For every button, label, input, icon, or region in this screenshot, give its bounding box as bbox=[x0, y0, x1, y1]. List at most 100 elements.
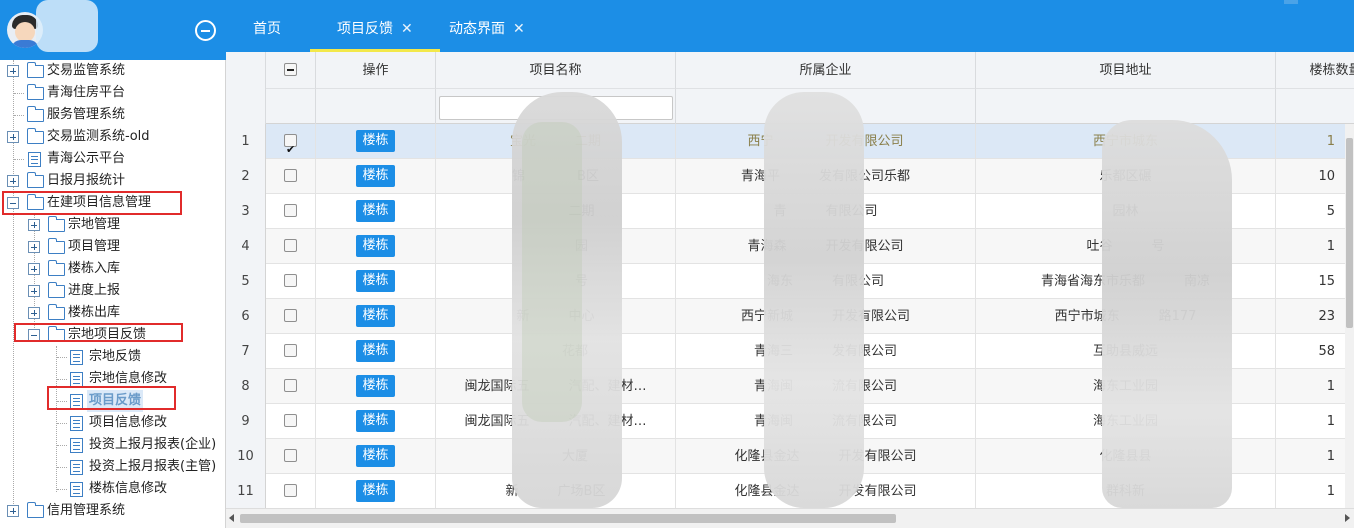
table-row[interactable]: 8 楼栋 闽龙国际五 汽配、建材… 青海闽 流有限公司 海东工业园 1 bbox=[226, 369, 1354, 404]
expand-plus-icon[interactable] bbox=[7, 131, 19, 143]
action-cell: 楼栋 bbox=[316, 439, 436, 474]
row-checkbox[interactable] bbox=[284, 414, 297, 427]
expand-plus-icon[interactable] bbox=[7, 505, 19, 517]
project-name-filter-input[interactable] bbox=[439, 96, 673, 120]
row-select-cell bbox=[266, 124, 316, 159]
close-icon[interactable]: ✕ bbox=[513, 21, 525, 37]
collapse-minus-icon[interactable] bbox=[28, 329, 40, 341]
collapse-minus-icon[interactable] bbox=[7, 197, 19, 209]
action-cell: 楼栋 bbox=[316, 124, 436, 159]
tree-node-label: 交易监管系统 bbox=[47, 63, 126, 78]
table-row[interactable]: 5 楼栋 号海东 有限公司 青海省海东市乐都 南凉 15 bbox=[226, 264, 1354, 299]
folder-icon bbox=[48, 304, 65, 320]
building-button[interactable]: 楼栋 bbox=[356, 479, 395, 502]
building-button[interactable]: 楼栋 bbox=[356, 129, 395, 152]
action-cell: 楼栋 bbox=[316, 369, 436, 404]
table-row[interactable]: 6 楼栋 新 中心 西宁新城 开发有限公司 西宁市城东 路177 23 bbox=[226, 299, 1354, 334]
row-number: 1 bbox=[226, 124, 266, 159]
project-name-cell: 闽龙国际五 汽配、建材… bbox=[436, 369, 676, 404]
expand-plus-icon[interactable] bbox=[28, 219, 40, 231]
column-header-action[interactable]: 操作 bbox=[316, 52, 436, 89]
tab-dynamic-page[interactable]: 动态界面 ✕ bbox=[449, 0, 525, 52]
building-button[interactable]: 楼栋 bbox=[356, 164, 395, 187]
building-button[interactable]: 楼栋 bbox=[356, 444, 395, 467]
vertical-scrollbar[interactable] bbox=[1345, 124, 1354, 508]
building-button[interactable]: 楼栋 bbox=[356, 374, 395, 397]
expand-plus-icon[interactable] bbox=[7, 65, 19, 77]
blurred-username bbox=[36, 0, 98, 52]
tree-node-label: 宗地反馈 bbox=[89, 349, 142, 364]
row-checkbox[interactable] bbox=[284, 484, 297, 497]
building-count-cell: 15 bbox=[1276, 264, 1354, 299]
expand-plus-icon[interactable] bbox=[28, 263, 40, 275]
action-cell: 楼栋 bbox=[316, 404, 436, 439]
sidebar: 交易监管系统 青海住房平台 服务管理系统 交易监测系统-old 青海公示平台 日… bbox=[0, 0, 226, 528]
expand-plus-icon[interactable] bbox=[7, 175, 19, 187]
row-checkbox[interactable] bbox=[284, 309, 297, 322]
table-row[interactable]: 7 楼栋 花都 青海三 发有限公司 互助县威远 58 bbox=[226, 334, 1354, 369]
tab-home[interactable]: 首页 bbox=[253, 0, 281, 52]
project-name-cell: 二期 bbox=[436, 194, 676, 229]
scroll-right-icon[interactable] bbox=[1345, 514, 1350, 522]
project-name-cell: 宝光 二期 bbox=[436, 124, 676, 159]
scrollbar-thumb[interactable] bbox=[240, 514, 896, 523]
building-button[interactable]: 楼栋 bbox=[356, 409, 395, 432]
tree-node-label: 青海住房平台 bbox=[47, 85, 126, 100]
table-row[interactable]: 2 楼栋 锦 B区 青海平 发有限公司乐都 乐都区碾 10 bbox=[226, 159, 1354, 194]
row-checkbox[interactable] bbox=[284, 449, 297, 462]
table-row[interactable]: 4 楼栋 园青海森 开发有限公司 吐谷 号1 bbox=[226, 229, 1354, 264]
address-cell: 乐都区碾 bbox=[976, 159, 1276, 194]
building-button[interactable]: 楼栋 bbox=[356, 339, 395, 362]
tree-node-label: 项目反馈 bbox=[87, 390, 144, 412]
table-row[interactable]: 11 楼栋 新 广场B区 化隆县金达 开发有限公司 群科新 1 bbox=[226, 474, 1354, 509]
row-number: 7 bbox=[226, 334, 266, 369]
row-checkbox[interactable] bbox=[284, 169, 297, 182]
column-header-building-count[interactable]: 楼栋数量 bbox=[1276, 52, 1354, 89]
table-row[interactable]: 3 楼栋 二期青 有限公司 园林 5 bbox=[226, 194, 1354, 229]
column-header-company[interactable]: 所属企业 bbox=[676, 52, 976, 89]
document-icon bbox=[70, 416, 83, 431]
row-number: 10 bbox=[226, 439, 266, 474]
tree-node-label: 在建项目信息管理 bbox=[47, 195, 152, 210]
table-row[interactable]: 1楼栋宝光 二期西宁 开发有限公司西宁市城东1 bbox=[226, 124, 1354, 159]
select-all-checkbox[interactable] bbox=[284, 63, 297, 76]
row-checkbox[interactable] bbox=[284, 132, 297, 159]
document-icon bbox=[28, 152, 41, 167]
tab-project-feedback[interactable]: 项目反馈 ✕ bbox=[310, 0, 440, 52]
expand-plus-icon[interactable] bbox=[28, 307, 40, 319]
building-button[interactable]: 楼栋 bbox=[356, 234, 395, 257]
column-header-address[interactable]: 项目地址 bbox=[976, 52, 1276, 89]
scroll-left-icon[interactable] bbox=[229, 514, 234, 522]
tree-node-label: 楼栋信息修改 bbox=[89, 481, 168, 496]
address-cell: 园林 bbox=[976, 194, 1276, 229]
tree-guide-line bbox=[13, 60, 14, 506]
tree-guide-line bbox=[56, 346, 57, 492]
row-checkbox[interactable] bbox=[284, 204, 297, 217]
row-checkbox[interactable] bbox=[284, 344, 297, 357]
window-corner-icon bbox=[1284, 0, 1298, 4]
building-button[interactable]: 楼栋 bbox=[356, 304, 395, 327]
row-number: 3 bbox=[226, 194, 266, 229]
expand-plus-icon[interactable] bbox=[28, 241, 40, 253]
horizontal-scrollbar[interactable] bbox=[226, 508, 1354, 528]
row-checkbox[interactable] bbox=[284, 239, 297, 252]
folder-icon bbox=[27, 62, 44, 78]
expand-plus-icon[interactable] bbox=[28, 285, 40, 297]
row-checkbox[interactable] bbox=[284, 274, 297, 287]
rownum-header bbox=[226, 52, 266, 124]
company-cell: 西宁 开发有限公司 bbox=[676, 124, 976, 159]
column-header-project-name[interactable]: 项目名称 bbox=[436, 52, 676, 89]
table-row[interactable]: 10 楼栋 大厦 化隆县金达 开发有限公司 化隆县县 1 bbox=[226, 439, 1354, 474]
close-icon[interactable]: ✕ bbox=[401, 21, 413, 37]
collapse-menu-icon[interactable] bbox=[195, 20, 216, 41]
building-button[interactable]: 楼栋 bbox=[356, 199, 395, 222]
table-row[interactable]: 9 楼栋 闽龙国际五 汽配、建材… 青海闽 流有限公司 海东工业园 1 bbox=[226, 404, 1354, 439]
select-all-header bbox=[266, 52, 316, 89]
building-count-cell: 1 bbox=[1276, 229, 1354, 264]
action-cell: 楼栋 bbox=[316, 299, 436, 334]
project-name-cell: 新 中心 bbox=[436, 299, 676, 334]
building-button[interactable]: 楼栋 bbox=[356, 269, 395, 292]
row-checkbox[interactable] bbox=[284, 379, 297, 392]
address-cell: 西宁市城东 bbox=[976, 124, 1276, 159]
tree-node-label: 宗地管理 bbox=[68, 217, 121, 232]
